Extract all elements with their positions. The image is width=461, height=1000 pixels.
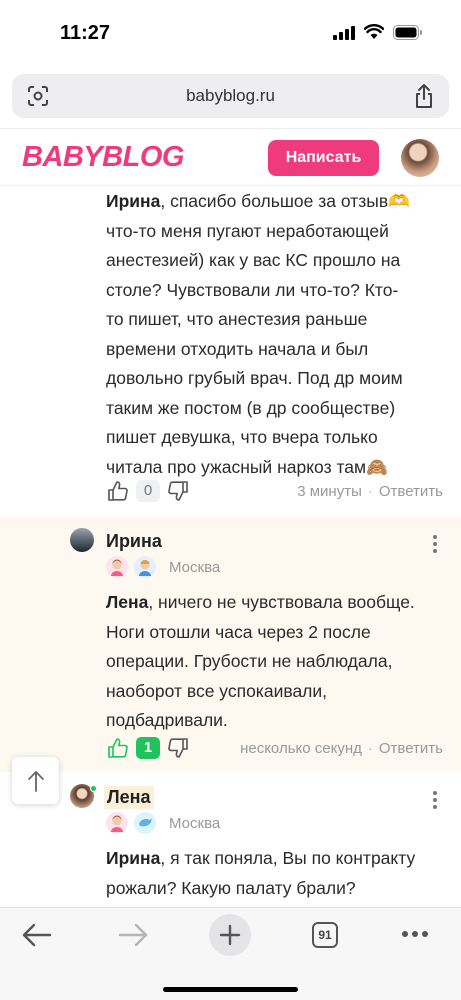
author-location: Москва [169,815,221,832]
like-count: 1 [136,737,160,759]
addressee-name[interactable]: Ирина [106,191,160,211]
comment-actions: 1 [106,735,190,761]
comment-meta: несколько секунд · Ответить [240,740,443,757]
comment-body: Ирина, спасибо большое за отзыв🫶 что-то … [106,191,410,477]
comments-feed[interactable]: Ирина, спасибо большое за отзыв🫶 что-то … [0,186,461,907]
children-badges [106,556,156,578]
new-tab-button[interactable] [209,914,251,956]
more-menu-icon[interactable] [401,930,429,938]
comment-body: Ирина, я так поняла, Вы по контракту рож… [106,848,416,898]
author-avatar[interactable] [70,528,94,552]
more-options-icon[interactable] [433,532,437,556]
girl-child-icon [106,812,128,834]
wifi-icon [364,24,384,39]
more-options-icon[interactable] [433,788,437,812]
scroll-to-top-button[interactable] [12,757,59,804]
site-header: BABYBLOG Написать [0,128,461,186]
home-indicator [163,987,298,992]
comment-time: несколько секунд [240,740,362,757]
share-icon[interactable] [413,83,435,109]
stork-icon [134,812,156,834]
author-name[interactable]: Ирина [106,531,162,552]
babyblog-logo[interactable]: BABYBLOG [22,141,184,174]
author-location: Москва [169,559,221,576]
write-button[interactable]: Написать [268,140,379,176]
thumbs-up-icon[interactable] [106,736,130,760]
addressee-name[interactable]: Лена [106,592,148,612]
comment-body: Лена, ничего не чувствовала вообще. Ноги… [106,592,415,730]
thumbs-up-icon[interactable] [106,479,130,503]
comment-time: 3 минуты [297,483,362,500]
tabs-button[interactable]: 91 [312,922,338,948]
thumbs-down-icon[interactable] [166,736,190,760]
status-icons [333,24,423,40]
comment-item: Лена Москва Ирина, я так поняла, Вы по к… [0,772,461,907]
browser-toolbar: 91 [0,907,461,1000]
addressee-name[interactable]: Ирина [106,848,160,868]
comment-item: Ирина Москва Лена, ничего не чувствовала… [0,516,461,772]
comment-actions: 0 [106,478,190,504]
author-name[interactable]: Лена [104,786,154,809]
url-text[interactable]: babyblog.ru [12,86,449,106]
online-indicator [90,785,97,792]
battery-icon [393,24,422,40]
arrow-up-icon [27,770,44,792]
girl-child-icon [106,556,128,578]
forward-arrow-icon[interactable] [118,922,148,948]
cellular-signal-icon [333,24,355,40]
user-avatar[interactable] [401,139,439,177]
plus-icon [219,924,241,946]
boy-child-icon [134,556,156,578]
reply-link[interactable]: Ответить [379,483,443,500]
status-time: 11:27 [60,22,111,44]
back-arrow-icon[interactable] [22,922,52,948]
thumbs-down-icon[interactable] [166,479,190,503]
children-badges [106,812,156,834]
comment-meta: 3 минуты · Ответить [297,483,443,500]
address-bar[interactable]: babyblog.ru [12,74,449,118]
reply-link[interactable]: Ответить [379,740,443,757]
status-bar: 11:27 [0,0,461,66]
like-count: 0 [136,480,160,502]
